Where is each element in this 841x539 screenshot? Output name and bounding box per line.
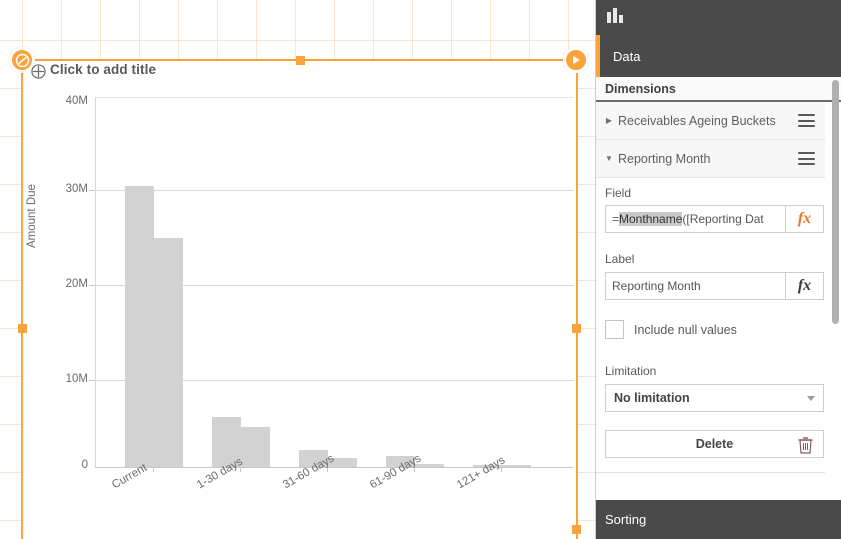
trash-icon[interactable] bbox=[797, 436, 814, 459]
panel-topbar bbox=[596, 0, 841, 35]
tab-data-label: Data bbox=[613, 48, 641, 64]
label-input[interactable]: Reporting Month fx bbox=[605, 272, 824, 300]
chart-plot-area bbox=[95, 97, 574, 467]
resize-handle-bottom-right[interactable] bbox=[572, 525, 581, 534]
caret-down-icon[interactable]: ▼ bbox=[596, 154, 618, 163]
drag-handle-icon[interactable] bbox=[798, 114, 815, 127]
tab-active-indicator bbox=[596, 35, 600, 77]
label-label: Label bbox=[605, 252, 635, 266]
screen-root: Amount Due 40M 30M 20M 10M 0 Current 1-3… bbox=[0, 0, 841, 539]
selection-frame-left bbox=[21, 59, 23, 539]
y-tick-label: 0 bbox=[81, 459, 88, 471]
y-axis-title: Amount Due bbox=[26, 184, 38, 248]
resize-handle-right[interactable] bbox=[572, 324, 581, 333]
properties-panel: Data Dimensions ▶ Receivables Ageing Buc… bbox=[595, 0, 841, 539]
bar[interactable] bbox=[125, 186, 154, 467]
field-selected-text: Monthname bbox=[619, 212, 683, 226]
x-tick-mark bbox=[153, 467, 154, 472]
limitation-label: Limitation bbox=[605, 364, 657, 378]
dimension-name: Reporting Month bbox=[618, 151, 711, 166]
delete-button-label: Delete bbox=[695, 437, 734, 451]
y-tick-label: 30M bbox=[65, 183, 88, 195]
tab-data[interactable]: Data bbox=[596, 35, 841, 77]
field-input[interactable]: = Monthname ([Reporting Dat fx bbox=[605, 205, 824, 233]
y-tick-label: 10M bbox=[65, 373, 88, 385]
chevron-down-icon[interactable] bbox=[807, 395, 815, 401]
resize-handle-top[interactable] bbox=[296, 56, 305, 65]
panel-divider bbox=[596, 472, 825, 473]
caret-right-icon[interactable]: ▶ bbox=[596, 116, 618, 125]
bar[interactable] bbox=[241, 427, 270, 467]
y-tick-label: 20M bbox=[65, 278, 88, 290]
field-expression-button[interactable]: fx bbox=[785, 206, 823, 232]
move-icon[interactable] bbox=[31, 64, 46, 79]
section-sorting[interactable]: Sorting bbox=[596, 500, 841, 539]
sorting-label: Sorting bbox=[605, 512, 647, 527]
dimension-item-receivables-ageing-buckets[interactable]: ▶ Receivables Ageing Buckets bbox=[596, 102, 825, 140]
dimension-item-reporting-month[interactable]: ▼ Reporting Month bbox=[596, 140, 825, 178]
field-prefix: = bbox=[612, 212, 620, 226]
bar[interactable] bbox=[154, 238, 183, 467]
label-expression-button[interactable]: fx bbox=[785, 273, 823, 299]
include-null-values-row[interactable]: Include null values bbox=[605, 320, 737, 339]
delete-button[interactable]: Delete bbox=[605, 430, 824, 458]
drag-handle-icon[interactable] bbox=[798, 152, 815, 165]
dimension-name: Receivables Ageing Buckets bbox=[618, 113, 776, 128]
plot-top-border bbox=[96, 97, 574, 98]
y-tick-label: 40M bbox=[65, 95, 88, 107]
bar-chart-icon bbox=[606, 6, 625, 29]
limitation-selected-value: No limitation bbox=[614, 391, 690, 405]
field-input-text[interactable]: = Monthname ([Reporting Dat bbox=[606, 206, 785, 232]
panel-scrollbar[interactable] bbox=[832, 80, 839, 324]
limitation-select[interactable]: No limitation bbox=[605, 384, 824, 412]
selection-frame-right bbox=[576, 59, 578, 539]
sheet-canvas: Amount Due 40M 30M 20M 10M 0 Current 1-3… bbox=[0, 0, 595, 539]
play-icon[interactable] bbox=[563, 47, 589, 73]
include-null-values-label: Include null values bbox=[634, 322, 737, 337]
gridline-30m bbox=[96, 190, 574, 191]
dimensions-title: Dimensions bbox=[605, 81, 676, 96]
resize-handle-left[interactable] bbox=[18, 324, 27, 333]
dimensions-section-header: Dimensions bbox=[596, 77, 841, 102]
field-rest-text: ([Reporting Dat bbox=[682, 212, 764, 226]
label-input-text[interactable]: Reporting Month bbox=[606, 273, 785, 299]
field-label: Field bbox=[605, 186, 632, 200]
y-axis-ticks: 40M 30M 20M 10M 0 bbox=[38, 0, 88, 539]
chart-title-placeholder[interactable]: Click to add title bbox=[50, 62, 156, 77]
include-null-values-checkbox[interactable] bbox=[605, 320, 624, 339]
